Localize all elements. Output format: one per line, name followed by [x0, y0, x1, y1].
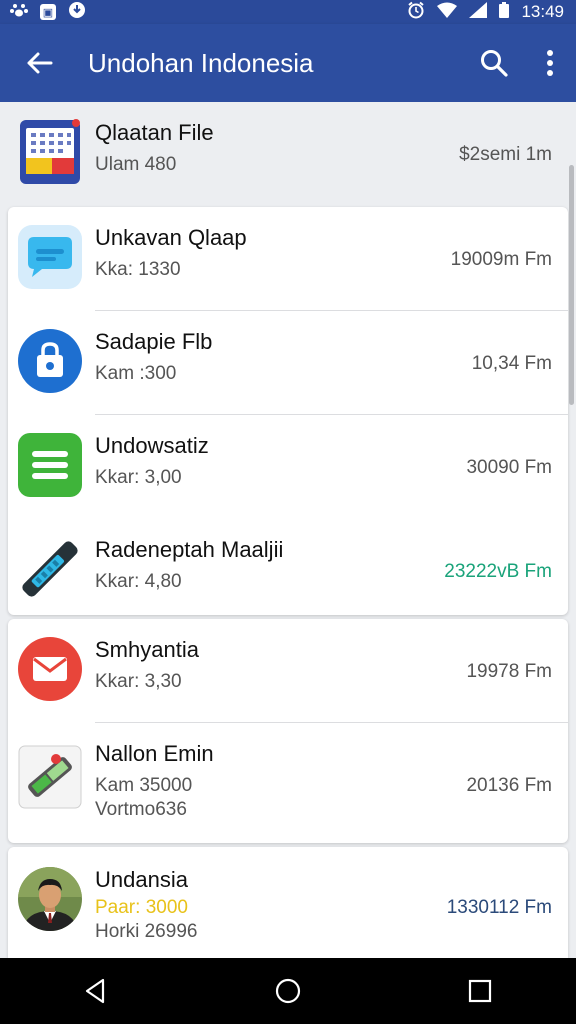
paw-notification-icon [10, 2, 28, 23]
list-item[interactable]: Sadapie Flb Kam :300 10,34 Fm [8, 311, 568, 415]
search-icon[interactable] [476, 45, 512, 81]
calendar-app-icon [18, 119, 82, 184]
nav-recents-icon[interactable] [450, 961, 510, 1021]
item-name: Sadapie Flb [95, 329, 213, 354]
item-subtitle: Ulam 480 [95, 154, 177, 175]
scrollbar[interactable] [569, 165, 574, 405]
navigation-bar [0, 958, 576, 1024]
item-meta: 30090 Fm [466, 457, 552, 478]
item-meta: 20136 Fm [466, 775, 552, 796]
list-item[interactable]: Nallon Emin Kam 35000 Vortmo636 20136 Fm [8, 723, 568, 843]
item-subtitle: Kka: 1330 [95, 259, 181, 280]
item-meta: 19978 Fm [466, 661, 552, 682]
item-name: Smhyantia [95, 637, 199, 662]
item-name: Undowsatiz [95, 433, 209, 458]
item-meta: 1330112 Fm [446, 897, 552, 918]
nav-back-icon[interactable] [66, 961, 126, 1021]
list-card: Unkavan Qlaap Kka: 1330 19009m Fm Sadapi… [8, 207, 568, 615]
item-subtitle: Kkar: 4,80 [95, 571, 182, 592]
download-notification-icon [68, 1, 86, 24]
person-avatar [18, 867, 82, 931]
status-bar: ▣ 13:49 [0, 0, 576, 24]
arrow-left-icon[interactable] [24, 48, 54, 78]
item-subtitle: Kkar: 3,00 [95, 467, 182, 488]
status-time: 13:49 [521, 2, 564, 21]
list-item[interactable]: Undowsatiz Kkar: 3,00 30090 Fm [8, 415, 568, 519]
item-meta: 10,34 Fm [471, 353, 552, 374]
list-item[interactable]: Unkavan Qlaap Kka: 1330 19009m Fm [8, 207, 568, 311]
item-subtitle: Paar: 3000 [95, 897, 188, 918]
page-title: Undohan Indonesia [88, 47, 314, 78]
mail-app-icon [18, 637, 82, 701]
list-item[interactable]: Radeneptah Maaljii Kkar: 4,80 23222vB Fm [8, 519, 568, 623]
list-card: Smhyantia Kkar: 3,30 19978 Fm Nallon Emi… [8, 619, 568, 843]
alarm-icon [407, 1, 425, 24]
item-name: Radeneptah Maaljii [95, 537, 284, 562]
app-bar: Undohan Indonesia [0, 24, 576, 102]
item-subtitle: Kam :300 [95, 363, 177, 384]
item-subtitle-secondary: Vortmo636 [95, 799, 187, 820]
list-item[interactable]: Undansia Paar: 3000 Horki 26996 1330112 … [8, 847, 568, 958]
signal-icon [469, 1, 488, 23]
list-item[interactable]: Smhyantia Kkar: 3,30 19978 Fm [8, 619, 568, 723]
pinned-list-item[interactable]: Qlaatan File Ulam 480 $2semi 1m [0, 102, 576, 206]
battery-icon [499, 1, 510, 23]
item-subtitle-secondary: Horki 26996 [95, 921, 198, 942]
image-notification-icon: ▣ [40, 4, 56, 20]
more-vert-icon[interactable] [532, 45, 568, 81]
battery-tool-app-icon [18, 745, 82, 809]
nav-home-icon[interactable] [258, 961, 318, 1021]
item-name: Undansia [95, 867, 188, 892]
item-name: Nallon Emin [95, 741, 214, 766]
item-subtitle: Kam 35000 [95, 775, 193, 796]
item-name: Qlaatan File [95, 120, 214, 145]
item-meta: 23222vB Fm [444, 561, 552, 582]
item-meta: $2semi 1m [459, 144, 552, 165]
item-name: Unkavan Qlaap [95, 225, 247, 250]
list-card: Undansia Paar: 3000 Horki 26996 1330112 … [8, 847, 568, 958]
item-meta: 19009m Fm [450, 249, 552, 270]
shopping-bag-app-icon [18, 329, 82, 393]
chat-bubble-app-icon [18, 225, 82, 289]
wifi-icon [437, 2, 458, 23]
green-menu-app-icon [18, 433, 82, 497]
item-subtitle: Kkar: 3,30 [95, 671, 182, 692]
stylus-app-icon [18, 537, 82, 601]
